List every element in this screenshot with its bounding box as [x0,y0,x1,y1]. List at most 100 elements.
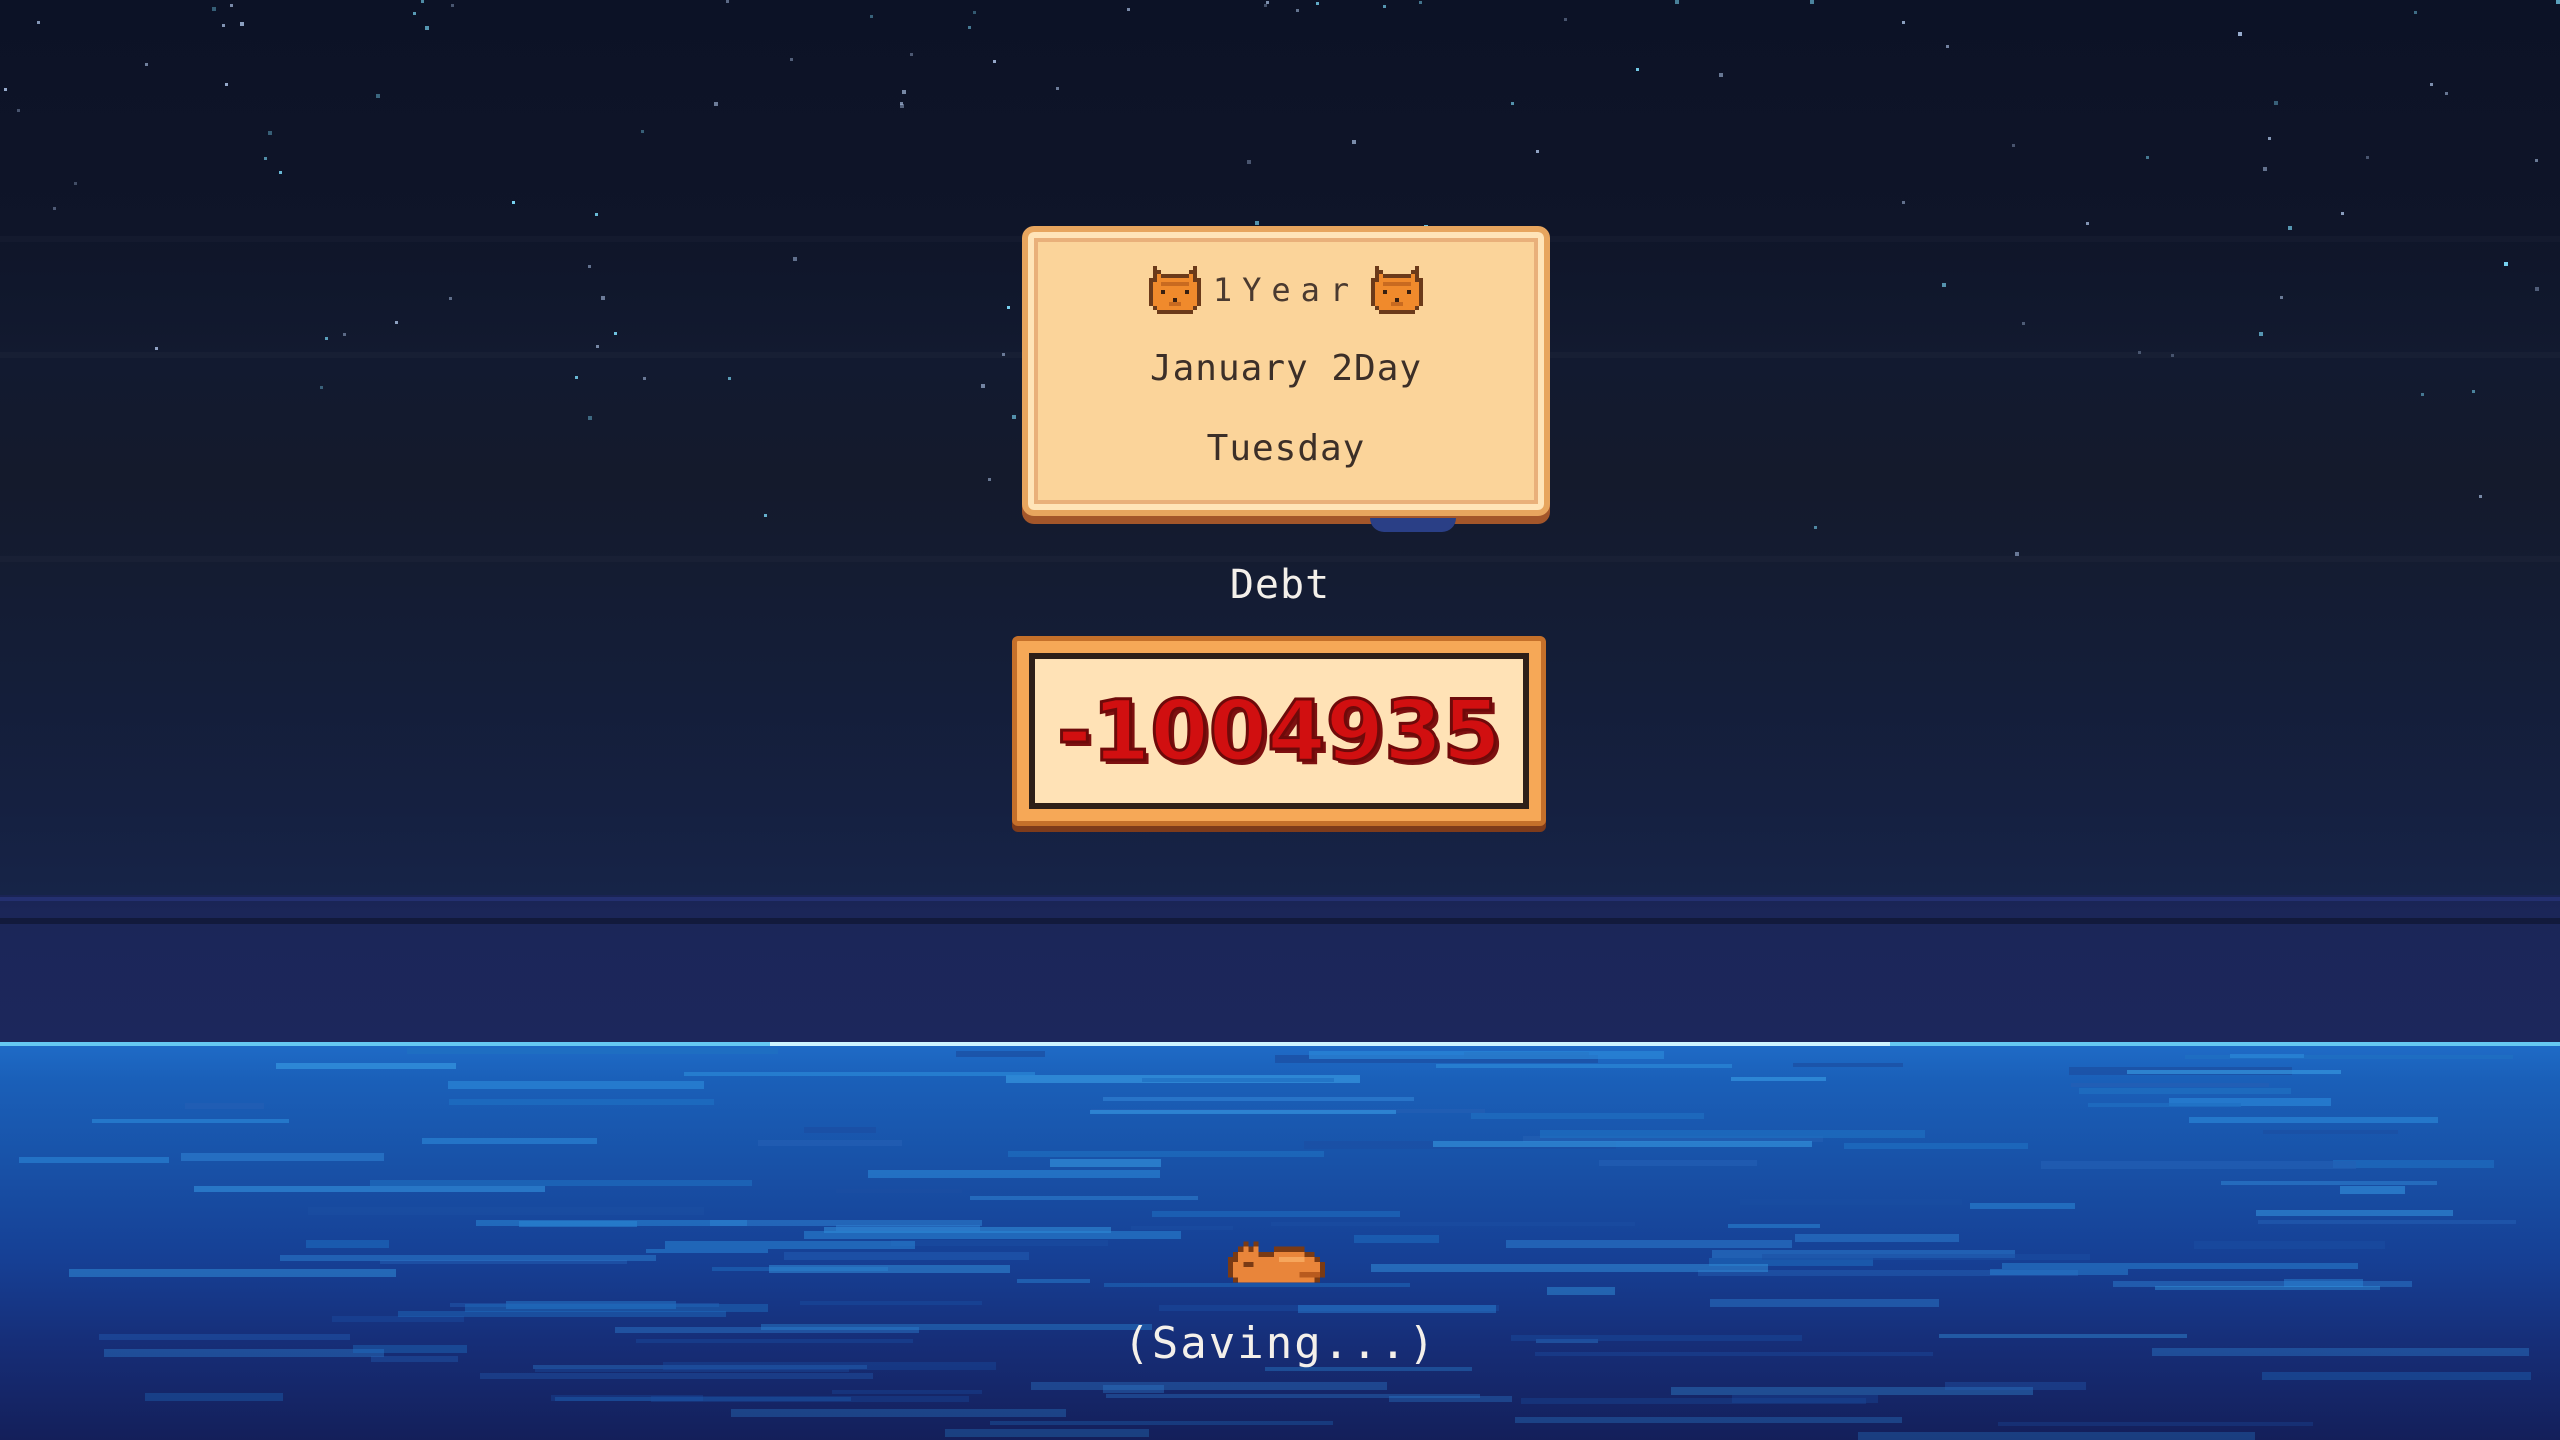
star [2421,393,2424,396]
wave-streak [1547,1287,1615,1295]
star [1902,201,1905,204]
wave-streak [784,1252,1029,1260]
star [2535,159,2538,162]
star [376,94,380,98]
debt-display-inner: -1004935 [1029,653,1529,809]
star [1316,2,1319,5]
wave-streak [2152,1348,2529,1356]
star [2263,167,2267,171]
wave-streak [1271,1222,1635,1226]
wave-streak [990,1421,1333,1425]
wave-streak [407,1048,778,1054]
star [2556,0,2560,4]
wave-streak [1131,1226,1233,1230]
wave-streak [1599,1160,1757,1166]
wave-streak [2155,1286,2380,1290]
star [2274,101,2278,105]
wave-streak [185,1103,264,1109]
wave-streak [2194,1241,2385,1249]
star [2535,287,2539,291]
star [601,296,605,300]
wave-streak [1103,1097,1414,1101]
star [425,26,429,30]
wave-streak [448,1081,704,1089]
wave-streak [1050,1159,1161,1167]
wave-streak [1142,1078,1334,1082]
debt-value: -1004935 [1056,682,1503,780]
wave-streak [1008,1151,1324,1157]
star [988,478,991,481]
wave-streak [769,1265,1010,1273]
wave-streak [800,1301,982,1305]
horizon-line [0,897,2560,901]
star [2445,92,2448,95]
wave-streak [1990,1269,2128,1275]
wave-streak [19,1157,169,1163]
wave-streak [465,1304,768,1312]
star [575,376,578,379]
star [240,22,244,26]
wave-streak [1740,1199,1962,1205]
star [222,24,225,27]
star [1419,1,1422,4]
star [790,58,793,61]
star [764,514,767,517]
wave-streak [104,1349,384,1357]
star [968,26,971,29]
wave-streak [1844,1143,2028,1149]
wave-streak [480,1373,873,1379]
wave-streak [2333,1160,2494,1168]
wave-streak [2258,1220,2516,1224]
star [2479,495,2482,498]
wave-streak [276,1063,456,1069]
wave-streak [2079,1088,2291,1094]
wave-streak [1793,1063,1903,1067]
star [910,53,913,56]
star [325,337,328,340]
wave-streak [665,1241,915,1249]
wave-streak [1506,1240,1792,1248]
wave-streak [2221,1181,2437,1185]
star [588,265,591,268]
wave-streak [956,1051,1045,1057]
wave-streak [1710,1299,1939,1307]
star [1675,0,1679,4]
star [870,15,873,18]
year-label: 1Year [1212,271,1360,309]
wave-streak [970,1196,1198,1200]
star [279,171,282,174]
wave-streak [1535,1352,1933,1356]
wave-streak [684,1072,1035,1076]
star [641,130,644,133]
wave-streak [99,1334,350,1340]
wave-streak [422,1138,597,1144]
wave-streak [1970,1203,2075,1209]
wave-streak [2127,1070,2341,1074]
star [726,0,729,3]
star [595,213,598,216]
wave-streak [1731,1077,1826,1081]
star [17,109,20,112]
wave-streak [646,1249,768,1253]
wave-streak [1858,1432,2255,1440]
wave-streak [1309,1051,1664,1059]
wave-streak [1371,1264,1768,1272]
wave-streak [1354,1235,1439,1243]
star [2146,156,2149,159]
wave-streak [804,1231,1181,1239]
star [512,201,515,204]
star [1002,353,1005,356]
wave-streak [2256,1210,2453,1216]
wave-streak [836,1225,980,1231]
star [421,0,424,3]
star [4,88,7,91]
star [1352,140,1356,144]
star [1636,68,1639,71]
wave-streak [449,1099,714,1105]
star [1536,150,1539,153]
star [2012,144,2015,147]
star [1810,0,1814,4]
date-label: January 2Day [1149,348,1423,389]
sleeping-cat-icon [1228,1241,1325,1283]
star [1383,5,1386,8]
